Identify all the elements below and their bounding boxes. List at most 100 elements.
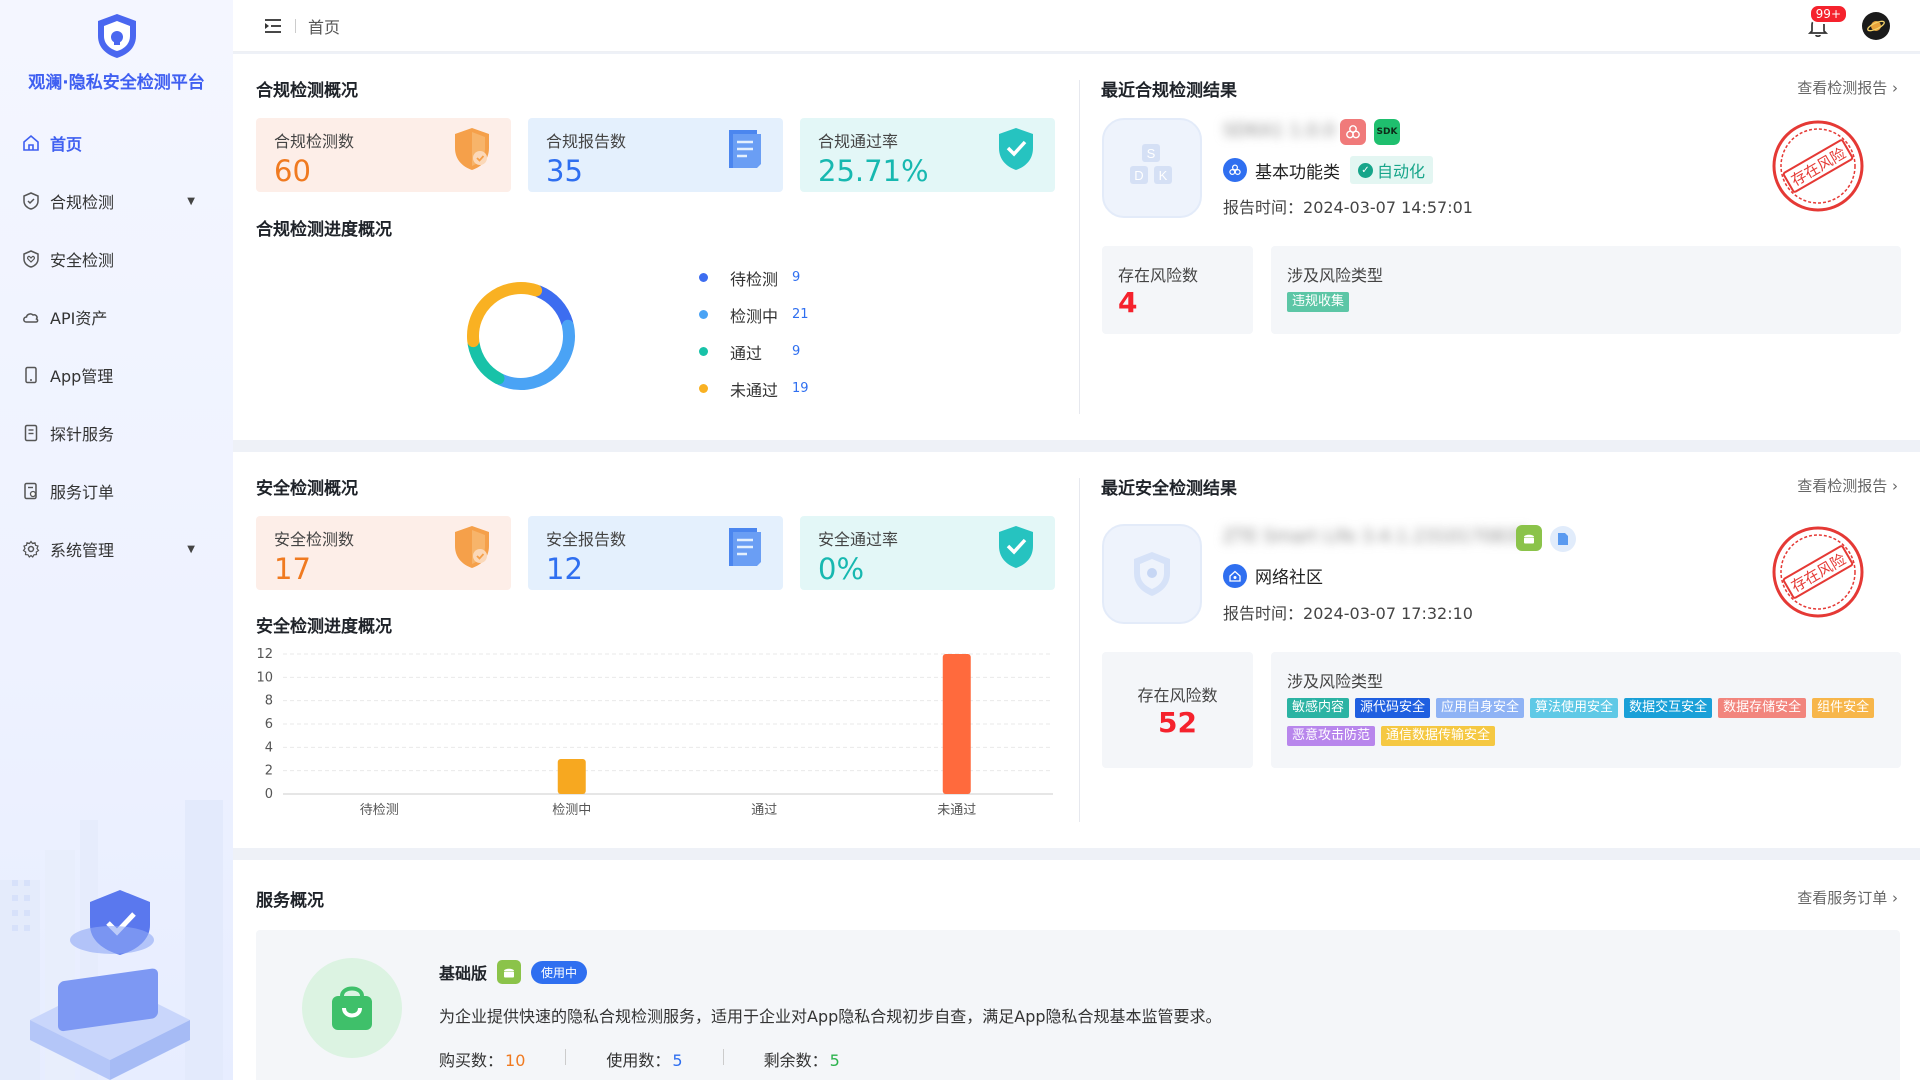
- risk-type-tag: 通信数据传输安全: [1381, 726, 1496, 746]
- shield-check-teal-icon: [999, 128, 1033, 170]
- sidebar-item-label: 系统管理: [50, 541, 115, 560]
- report-time-label: 报告时间：: [1223, 198, 1304, 217]
- service-plan-row: 基础版 使用中: [439, 960, 588, 984]
- donut-slice-3[interactable]: [467, 282, 543, 348]
- shield-app-icon: [1134, 552, 1170, 596]
- bought-value: 10: [505, 1051, 526, 1070]
- sidebar-item-system[interactable]: 系统管理 ▼: [0, 520, 233, 578]
- breadcrumb[interactable]: 首页: [308, 14, 340, 38]
- risk-type-tag: 组件安全: [1812, 698, 1875, 718]
- bar-1[interactable]: [557, 759, 586, 794]
- legend-name: 待检测: [730, 269, 779, 289]
- risk-type-tags: 敏感内容 源代码安全 应用自身安全 算法使用安全 数据交互安全 数据存储安全 组…: [1287, 698, 1877, 746]
- compliance-donut-chart: [467, 282, 575, 390]
- app-name: SDKA1 1.0.0: [1223, 120, 1336, 141]
- remaining-label: 剩余数：: [763, 1051, 828, 1070]
- remaining-value: 5: [829, 1051, 840, 1070]
- y-tick-label: 8: [265, 694, 273, 709]
- risk-type-tags: 违规收集: [1287, 292, 1885, 312]
- category-row: 基本功能类 ✓ 自动化: [1223, 156, 1434, 184]
- x-tick-label: 未通过: [937, 803, 976, 818]
- category-label: 网络社区: [1255, 568, 1323, 588]
- sidebar-item-compliance[interactable]: 合规检测 ▼: [0, 172, 233, 230]
- view-service-orders-link[interactable]: 查看服务订单 ›: [1797, 887, 1898, 908]
- sidebar-item-home[interactable]: 首页: [0, 114, 233, 172]
- x-tick-label: 通过: [751, 803, 777, 818]
- logo-area: 观澜·隐私安全检测平台: [0, 0, 233, 112]
- legend-value: 19: [792, 381, 809, 396]
- used-count: 使用数： 5: [606, 1047, 682, 1071]
- recent-security-title: 最近安全检测结果: [1101, 479, 1237, 499]
- link-label: 查看服务订单: [1797, 889, 1888, 907]
- service-title: 服务概况: [256, 891, 324, 911]
- y-tick-label: 10: [256, 670, 273, 685]
- legend-dot: [699, 273, 708, 282]
- app-title: 观澜·隐私安全检测平台: [28, 73, 205, 93]
- legend-item: 通过 9: [699, 333, 809, 370]
- sidebar-item-api[interactable]: API资产: [0, 288, 233, 346]
- sdk-cubes-icon: S D K: [1130, 144, 1172, 184]
- sidebar-item-label: 探针服务: [50, 425, 115, 444]
- bought-count: 购买数： 10: [439, 1047, 525, 1071]
- sidebar-item-app[interactable]: App管理: [0, 346, 233, 404]
- view-compliance-report-link[interactable]: 查看检测报告 ›: [1797, 77, 1898, 98]
- risk-types-label: 涉及风险类型: [1287, 266, 1384, 285]
- security-app-icon: [1102, 524, 1202, 624]
- y-tick-label: 2: [265, 764, 273, 779]
- risk-stamp: 存在风险: [1772, 526, 1864, 618]
- avatar[interactable]: [1862, 12, 1890, 40]
- svg-text:D: D: [1134, 168, 1143, 183]
- risk-count-label: 存在风险数: [1137, 686, 1218, 705]
- order-icon: [24, 482, 37, 500]
- planet-icon: [1867, 20, 1885, 32]
- community-icon: [1223, 563, 1247, 588]
- x-tick-label: 待检测: [360, 803, 399, 818]
- service-plan-name: 基础版: [439, 964, 488, 983]
- legend-name: 检测中: [730, 306, 779, 326]
- sidebar-item-label: 安全检测: [50, 251, 115, 270]
- security-progress-title: 安全检测进度概况: [256, 617, 392, 637]
- bar-3[interactable]: [942, 654, 971, 794]
- app-name: ZTE Smart Life 3.4.1.2310170835: [1223, 526, 1528, 547]
- section-divider: [1079, 478, 1080, 822]
- report-time: 报告时间：2024-03-07 17:32:10: [1223, 600, 1473, 624]
- service-counts: 购买数： 10 使用数： 5 剩余数： 5: [439, 1047, 840, 1071]
- home-icon: [23, 134, 39, 151]
- compliance-pass-rate-stat: 合规通过率 25.71%: [800, 118, 1055, 192]
- legend-value: 9: [792, 344, 801, 359]
- android-icon: [1516, 525, 1542, 551]
- caret-down-icon: ▼: [187, 543, 195, 555]
- risk-count-box: 存在风险数 4: [1102, 246, 1253, 334]
- donut-slice-1[interactable]: [495, 319, 575, 390]
- count-divider: [565, 1049, 567, 1065]
- automation-tag: ✓ 自动化: [1350, 156, 1434, 184]
- legend-dot: [699, 384, 708, 393]
- caret-down-icon: ▼: [187, 195, 195, 207]
- risk-type-tag: 数据交互安全: [1624, 698, 1713, 718]
- y-tick-label: 12: [256, 647, 273, 662]
- sidebar-item-probe[interactable]: 探针服务: [0, 404, 233, 462]
- compliance-count-stat: 合规检测数 60: [256, 118, 511, 192]
- used-value: 5: [672, 1051, 683, 1070]
- legend-dot: [699, 347, 708, 356]
- breadcrumb-divider: [295, 18, 296, 33]
- sidebar-item-security[interactable]: 安全检测: [0, 230, 233, 288]
- shield-check-icon: [23, 192, 39, 210]
- donut-slice-0[interactable]: [532, 285, 574, 329]
- legend-item: 检测中 21: [699, 296, 809, 333]
- security-pass-rate-stat: 安全通过率 0%: [800, 516, 1055, 590]
- in-use-badge: 使用中: [531, 960, 588, 984]
- tri-circle-icon: [1340, 119, 1366, 145]
- legend-name: 未通过: [730, 380, 779, 400]
- legend-item: 未通过 19: [699, 370, 809, 407]
- menu-fold-icon[interactable]: [263, 17, 283, 35]
- sidebar-item-label: 合规检测: [50, 193, 115, 212]
- donut-slice-2[interactable]: [467, 338, 505, 385]
- bought-label: 购买数：: [439, 1051, 504, 1070]
- sidebar-item-orders[interactable]: 服务订单: [0, 462, 233, 520]
- service-card: 服务概况 查看服务订单 › 基础版 使用中 为企业提供快速的隐私合规检测服务，适…: [233, 860, 1920, 1080]
- view-security-report-link[interactable]: 查看检测报告 ›: [1797, 475, 1898, 496]
- recent-compliance-title: 最近合规检测结果: [1101, 81, 1237, 101]
- link-label: 查看检测报告: [1797, 79, 1888, 97]
- risk-type-tag: 敏感内容: [1287, 698, 1350, 718]
